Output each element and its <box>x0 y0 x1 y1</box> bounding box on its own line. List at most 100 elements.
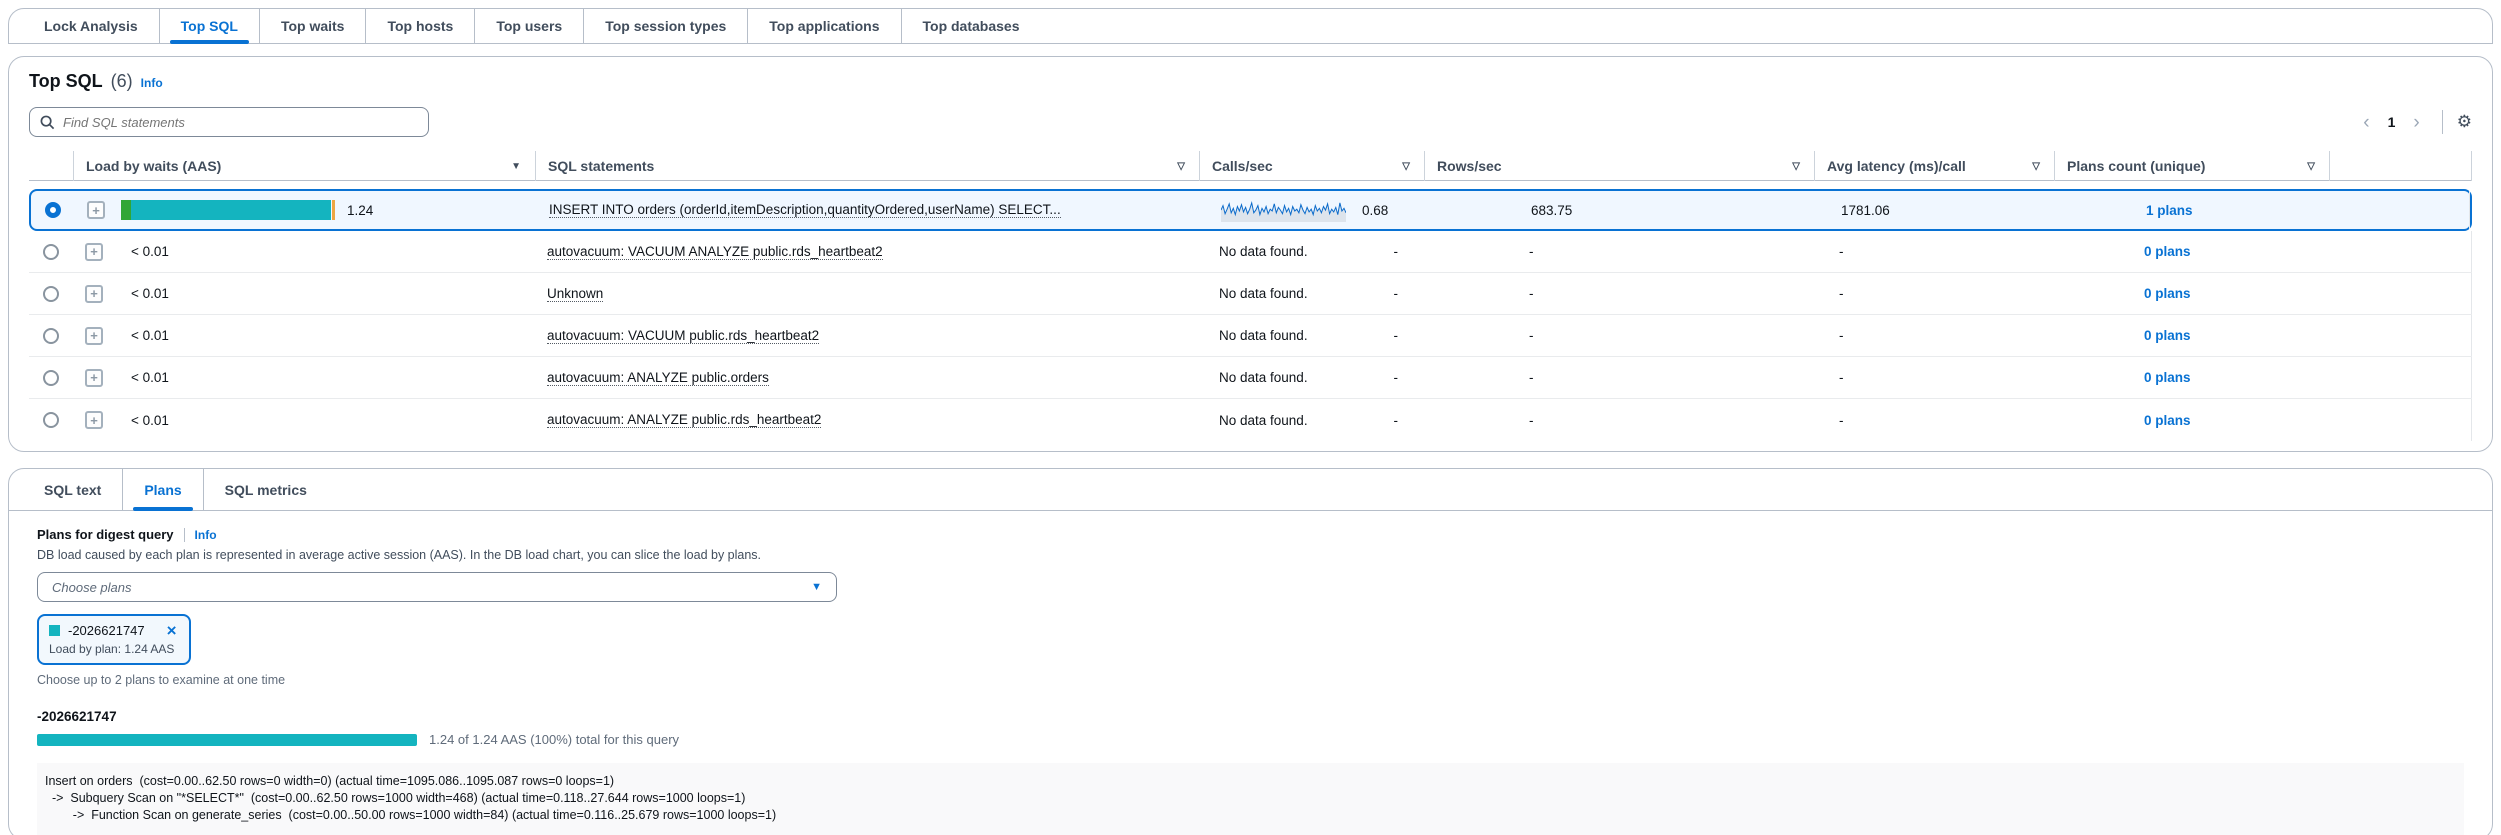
tab-top-applications[interactable]: Top applications <box>747 9 900 43</box>
avg-latency-value: - <box>1839 413 1844 428</box>
filter-icon[interactable]: ▽ <box>1402 161 1410 172</box>
prev-page-button[interactable]: ‹ <box>2355 113 2377 132</box>
page-title: Top SQL <box>29 71 103 92</box>
plans-count-link[interactable]: 0 plans <box>2144 370 2191 385</box>
plans-count-link[interactable]: 0 plans <box>2144 286 2191 301</box>
sql-statement-link[interactable]: autovacuum: VACUUM public.rds_heartbeat2 <box>547 328 819 344</box>
tab-top-hosts[interactable]: Top hosts <box>365 9 474 43</box>
plan-color-swatch <box>49 625 60 636</box>
next-page-button[interactable]: › <box>2405 113 2427 132</box>
tab-top-databases[interactable]: Top databases <box>901 9 1041 43</box>
plan-title: -2026621747 <box>37 709 2464 724</box>
column-header-load[interactable]: Load by waits (AAS) ▼ <box>73 151 535 181</box>
tab-lock-analysis[interactable]: Lock Analysis <box>23 9 159 43</box>
tab-top-session-types[interactable]: Top session types <box>583 9 747 43</box>
plan-token-sublabel: Load by plan: 1.24 AAS <box>49 642 177 656</box>
selected-plan-token: -2026621747 × Load by plan: 1.24 AAS <box>37 614 191 665</box>
row-select-radio[interactable] <box>43 286 59 302</box>
expand-row-icon[interactable]: + <box>85 327 103 345</box>
row-select-radio[interactable] <box>43 370 59 386</box>
settings-gear-icon[interactable]: ⚙ <box>2457 112 2472 132</box>
calls-value: - <box>1394 413 1399 428</box>
calls-value: 0.68 <box>1362 203 1388 218</box>
table-row[interactable]: + < 0.01 autovacuum: VACUUM public.rds_h… <box>29 315 2472 357</box>
load-by-waits-bar <box>121 200 335 220</box>
selection-column-header <box>29 151 73 181</box>
filter-icon[interactable]: ▽ <box>2307 161 2315 172</box>
sql-statement-link[interactable]: INSERT INTO orders (orderId,itemDescript… <box>549 202 1061 218</box>
row-select-radio[interactable] <box>43 244 59 260</box>
sql-statement-link[interactable]: autovacuum: VACUUM ANALYZE public.rds_he… <box>547 244 883 260</box>
section-title: Plans for digest query <box>37 527 174 542</box>
tab-plans[interactable]: Plans <box>122 469 202 510</box>
plans-count-link[interactable]: 0 plans <box>2144 244 2191 259</box>
column-header-rows[interactable]: Rows/sec ▽ <box>1424 151 1814 181</box>
plan-output: Insert on orders (cost=0.00..62.50 rows=… <box>37 763 2464 835</box>
expand-row-icon[interactable]: + <box>85 369 103 387</box>
expand-row-icon[interactable]: + <box>87 201 105 219</box>
sql-statement-link[interactable]: Unknown <box>547 286 603 302</box>
rows-per-sec-value: - <box>1529 286 1534 301</box>
table-row[interactable]: + < 0.01 Unknown No data found.- - - 0 p… <box>29 273 2472 315</box>
search-box[interactable] <box>29 107 429 137</box>
column-header-latency[interactable]: Avg latency (ms)/call ▽ <box>1814 151 2054 181</box>
table-row[interactable]: + < 0.01 autovacuum: ANALYZE public.rds_… <box>29 399 2472 441</box>
avg-latency-value: - <box>1839 370 1844 385</box>
expand-row-icon[interactable]: + <box>85 411 103 429</box>
filter-icon[interactable]: ▼ <box>511 161 521 172</box>
filter-icon[interactable]: ▽ <box>1177 161 1185 172</box>
chevron-down-icon: ▼ <box>811 581 822 593</box>
expand-row-icon[interactable]: + <box>85 285 103 303</box>
detail-panel: SQL textPlansSQL metrics Plans for diges… <box>8 468 2493 835</box>
load-value: < 0.01 <box>131 370 169 385</box>
filter-icon[interactable]: ▽ <box>2032 161 2040 172</box>
detail-tab-bar: SQL textPlansSQL metrics <box>9 469 2492 511</box>
column-header-sql[interactable]: SQL statements ▽ <box>535 151 1199 181</box>
load-value: < 0.01 <box>131 413 169 428</box>
tab-top-waits[interactable]: Top waits <box>259 9 366 43</box>
rows-per-sec-value: - <box>1529 370 1534 385</box>
plan-load-progress: 1.24 of 1.24 AAS (100%) total for this q… <box>37 732 2464 747</box>
top-sql-panel: Top SQL (6) Info ‹ 1 › ⚙ Load by waits (… <box>8 56 2493 452</box>
filter-icon[interactable]: ▽ <box>1792 161 1800 172</box>
table-body: + 1.24 INSERT INTO orders (orderId,itemD… <box>29 189 2472 441</box>
plans-count-link[interactable]: 1 plans <box>2146 203 2193 218</box>
row-select-radio[interactable] <box>43 328 59 344</box>
expand-row-icon[interactable]: + <box>85 243 103 261</box>
load-value: 1.24 <box>347 203 373 218</box>
search-icon <box>40 115 55 130</box>
sql-statement-link[interactable]: autovacuum: ANALYZE public.rds_heartbeat… <box>547 412 821 428</box>
no-data-note: No data found. <box>1219 370 1308 385</box>
info-link[interactable]: Info <box>141 76 163 90</box>
progress-track <box>37 734 417 746</box>
tab-sql-metrics[interactable]: SQL metrics <box>203 469 328 510</box>
tab-top-sql[interactable]: Top SQL <box>159 9 259 43</box>
table-row[interactable]: + < 0.01 autovacuum: VACUUM ANALYZE publ… <box>29 231 2472 273</box>
calls-value: - <box>1394 244 1399 259</box>
table-toolbar: ‹ 1 › ⚙ <box>29 107 2472 137</box>
plans-count-link[interactable]: 0 plans <box>2144 328 2191 343</box>
avg-latency-value: - <box>1839 328 1844 343</box>
column-header-plans[interactable]: Plans count (unique) ▽ <box>2054 151 2329 181</box>
sql-statement-link[interactable]: autovacuum: ANALYZE public.orders <box>547 370 769 386</box>
info-link[interactable]: Info <box>195 528 217 542</box>
rows-per-sec-value: - <box>1529 328 1534 343</box>
search-input[interactable] <box>63 115 418 130</box>
column-header-calls[interactable]: Calls/sec ▽ <box>1199 151 1424 181</box>
no-data-note: No data found. <box>1219 328 1308 343</box>
row-select-radio[interactable] <box>43 412 59 428</box>
choose-plans-select[interactable]: Choose plans ▼ <box>37 572 837 602</box>
row-select-radio[interactable] <box>45 202 61 218</box>
tab-sql-text[interactable]: SQL text <box>23 469 122 510</box>
no-data-note: No data found. <box>1219 413 1308 428</box>
tab-top-users[interactable]: Top users <box>474 9 583 43</box>
dismiss-token-icon[interactable]: × <box>167 622 177 639</box>
top-tab-bar: Lock AnalysisTop SQLTop waitsTop hostsTo… <box>8 8 2493 44</box>
plans-count-link[interactable]: 0 plans <box>2144 413 2191 428</box>
table-row[interactable]: + 1.24 INSERT INTO orders (orderId,itemD… <box>29 189 2472 231</box>
table-row[interactable]: + < 0.01 autovacuum: ANALYZE public.orde… <box>29 357 2472 399</box>
table-header: Load by waits (AAS) ▼ SQL statements ▽ C… <box>29 151 2472 181</box>
current-page[interactable]: 1 <box>2382 114 2402 130</box>
progress-fill <box>37 734 417 746</box>
title-divider <box>184 528 185 542</box>
